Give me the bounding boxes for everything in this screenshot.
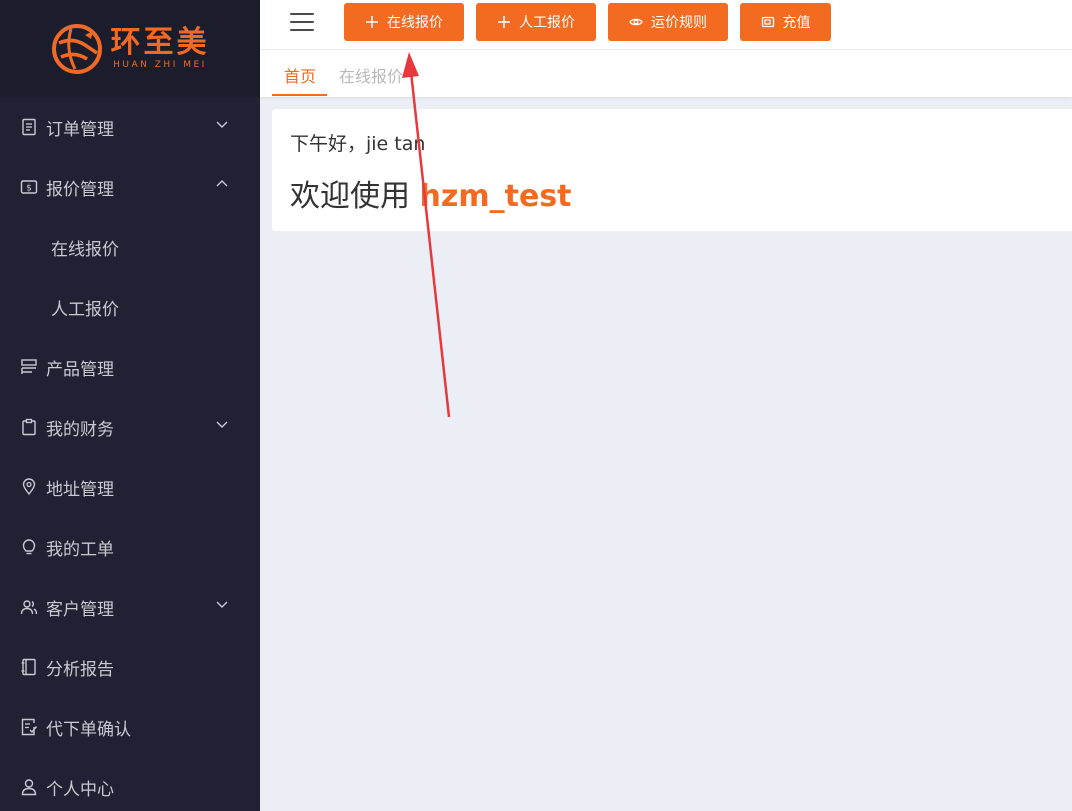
bulb-icon <box>20 538 38 556</box>
logo-cn-text: 环至美 <box>110 24 210 60</box>
sidebar-item-label: 产品管理 <box>46 359 114 380</box>
chevron-down-icon <box>216 601 228 608</box>
tab-home[interactable]: 首页 <box>284 63 316 87</box>
confirm-doc-icon <box>20 718 38 736</box>
chevron-down-icon <box>216 121 228 128</box>
sidebar-subitem-manual-quote[interactable]: 人工报价 <box>0 277 260 337</box>
dollar-card-icon: $ <box>20 178 38 196</box>
freight-rules-label: 运价规则 <box>651 15 707 31</box>
welcome-heading: 欢迎使用 hzm_test <box>290 171 572 215</box>
wallet-icon <box>761 16 774 28</box>
sidebar-item-label: 分析报告 <box>46 659 114 680</box>
sidebar-item-label: 报价管理 <box>46 179 114 200</box>
active-tab-indicator <box>272 94 327 96</box>
eye-icon <box>629 18 643 26</box>
sidebar-subitem-online-quote[interactable]: 在线报价 <box>0 217 260 277</box>
sidebar-item-label: 个人中心 <box>46 779 114 800</box>
top-toolbar: 在线报价 人工报价 运价规则 充值 <box>260 0 1072 50</box>
logo[interactable]: 环至美 HUAN ZHI MEI <box>51 23 210 75</box>
menu-toggle-icon[interactable] <box>290 13 314 31</box>
product-icon <box>20 358 38 376</box>
sidebar-item-label: 我的财务 <box>46 419 114 440</box>
sidebar-item-proxy-order-confirm[interactable]: 代下单确认 <box>0 697 260 757</box>
sidebar-item-quotes[interactable]: $ 报价管理 <box>0 157 260 217</box>
sidebar-item-label: 代下单确认 <box>46 719 131 740</box>
recharge-button[interactable]: 充值 <box>740 3 831 41</box>
plus-icon <box>498 16 510 28</box>
welcome-card: 下午好，jie tan 欢迎使用 hzm_test <box>272 109 1072 231</box>
logo-en-text: HUAN ZHI MEI <box>113 59 207 70</box>
sidebar-item-label: 客户管理 <box>46 599 114 620</box>
user-icon <box>20 778 38 796</box>
online-quote-button[interactable]: 在线报价 <box>344 3 464 41</box>
clipboard-icon <box>20 418 38 436</box>
sidebar-menu: 订单管理 $ 报价管理 在线报价 人工报价 产品管理 我的财务 地址管理 我的工… <box>0 97 260 811</box>
globe-logo-icon <box>51 23 102 74</box>
sidebar-item-label: 订单管理 <box>46 119 114 140</box>
logo-area: 环至美 HUAN ZHI MEI <box>0 0 260 97</box>
username: hzm_test <box>419 179 572 214</box>
welcome-prefix: 欢迎使用 <box>290 179 410 214</box>
location-icon <box>20 478 38 496</box>
chevron-down-icon <box>216 421 228 428</box>
sidebar-item-products[interactable]: 产品管理 <box>0 337 260 397</box>
sidebar-item-tickets[interactable]: 我的工单 <box>0 517 260 577</box>
sidebar: 环至美 HUAN ZHI MEI 订单管理 $ 报价管理 在线报价 人工报价 产 <box>0 0 260 811</box>
sidebar-item-orders[interactable]: 订单管理 <box>0 97 260 157</box>
manual-quote-label: 人工报价 <box>519 15 575 31</box>
greeting-text: 下午好，jie tan <box>290 133 426 155</box>
receipt-icon <box>20 118 38 136</box>
sidebar-item-label: 我的工单 <box>46 539 114 560</box>
freight-rules-button[interactable]: 运价规则 <box>608 3 728 41</box>
plus-icon <box>366 16 378 28</box>
tab-online-quote[interactable]: 在线报价 <box>339 63 403 87</box>
notebook-icon <box>20 658 38 676</box>
manual-quote-button[interactable]: 人工报价 <box>476 3 596 41</box>
sidebar-item-address[interactable]: 地址管理 <box>0 457 260 517</box>
users-icon <box>20 598 38 616</box>
recharge-label: 充值 <box>782 15 811 31</box>
tabs-bar: 首页 在线报价 <box>260 50 1072 97</box>
online-quote-label: 在线报价 <box>387 15 443 31</box>
chevron-up-icon <box>216 180 228 187</box>
sidebar-item-reports[interactable]: 分析报告 <box>0 637 260 697</box>
svg-text:$: $ <box>26 184 32 194</box>
sidebar-item-profile[interactable]: 个人中心 <box>0 757 260 811</box>
sidebar-item-customers[interactable]: 客户管理 <box>0 577 260 637</box>
sidebar-item-finance[interactable]: 我的财务 <box>0 397 260 457</box>
sidebar-item-label: 地址管理 <box>46 479 114 500</box>
